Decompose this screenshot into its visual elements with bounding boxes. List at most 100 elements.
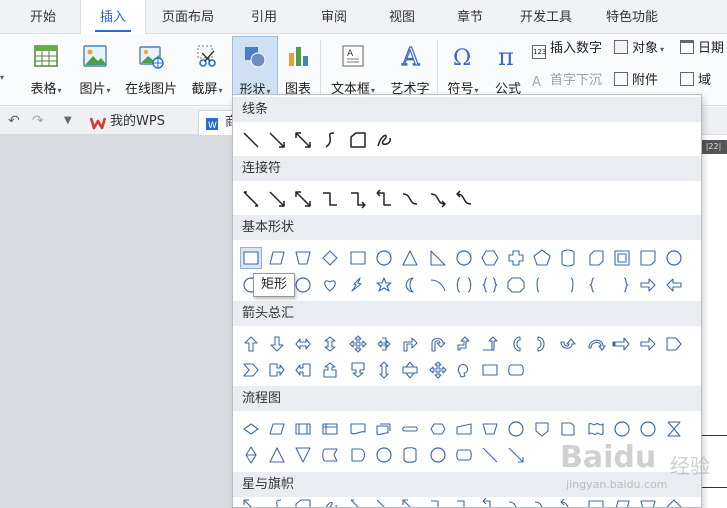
shape-icon[interactable]: [479, 333, 501, 355]
attachment-button[interactable]: 附件: [614, 71, 658, 91]
shape-icon[interactable]: [453, 418, 475, 440]
shape-icon[interactable]: [531, 247, 553, 269]
shape-icon[interactable]: [399, 247, 421, 269]
shape-icon[interactable]: [399, 274, 421, 296]
shape-icon[interactable]: [557, 274, 579, 296]
shape-icon[interactable]: [292, 274, 314, 296]
shape-icon[interactable]: [427, 496, 449, 507]
shape-icon[interactable]: [373, 418, 395, 440]
shape-icon[interactable]: [427, 188, 449, 210]
shape-icon[interactable]: [637, 274, 659, 296]
shape-icon[interactable]: [399, 496, 421, 507]
shape-icon[interactable]: [585, 274, 607, 296]
shape-icon[interactable]: [585, 247, 607, 269]
shape-icon[interactable]: [479, 359, 501, 381]
online-picture-button[interactable]: 在线图片: [120, 36, 182, 102]
shape-icon[interactable]: [319, 333, 341, 355]
shape-icon[interactable]: [453, 359, 475, 381]
shape-icon[interactable]: [453, 247, 475, 269]
shape-icon[interactable]: [319, 274, 341, 296]
shape-icon[interactable]: [319, 188, 341, 210]
shape-icon[interactable]: [663, 333, 685, 355]
shape-icon[interactable]: [557, 333, 579, 355]
shape-icon[interactable]: [557, 247, 579, 269]
shape-icon[interactable]: [319, 129, 341, 151]
object-button[interactable]: 对象 ▾: [614, 39, 664, 59]
symbol-button[interactable]: Ω 符号▾: [441, 36, 485, 102]
tab-chapter[interactable]: 章节: [440, 0, 500, 34]
shape-icon[interactable]: [266, 247, 288, 269]
shape-icon[interactable]: [240, 359, 262, 381]
wordart-button[interactable]: A 艺术字: [386, 36, 434, 102]
shape-icon[interactable]: [531, 274, 553, 296]
shape-icon[interactable]: [453, 274, 475, 296]
shape-icon[interactable]: [453, 333, 475, 355]
shape-icon[interactable]: [505, 359, 527, 381]
shape-icon[interactable]: [240, 418, 262, 440]
shape-icon[interactable]: [637, 418, 659, 440]
shape-icon[interactable]: [319, 418, 341, 440]
shape-icon[interactable]: [479, 274, 501, 296]
shape-icon[interactable]: [266, 444, 288, 466]
shape-icon[interactable]: [292, 359, 314, 381]
shape-icon[interactable]: [292, 496, 314, 507]
shape-icon[interactable]: [663, 274, 685, 296]
shape-icon[interactable]: [453, 444, 475, 466]
screenshot-button[interactable]: 截屏▾: [184, 36, 230, 102]
shape-icon[interactable]: [427, 418, 449, 440]
shape-icon[interactable]: [347, 188, 369, 210]
tab-developer[interactable]: 开发工具: [508, 0, 584, 34]
shape-icon[interactable]: [319, 444, 341, 466]
shape-icon[interactable]: [266, 333, 288, 355]
shape-icon[interactable]: [505, 333, 527, 355]
shape-icon[interactable]: [292, 188, 314, 210]
shape-icon[interactable]: [373, 188, 395, 210]
shape-icon[interactable]: [319, 247, 341, 269]
shape-icon[interactable]: [611, 247, 633, 269]
redo-icon[interactable]: ↷: [32, 113, 44, 129]
shape-icon[interactable]: [399, 333, 421, 355]
dropdown-arrow-icon[interactable]: ▾: [0, 68, 8, 88]
shape-icon[interactable]: [427, 247, 449, 269]
shape-icon[interactable]: [505, 247, 527, 269]
tab-home[interactable]: 开始: [10, 0, 76, 34]
tab-view[interactable]: 视图: [372, 0, 432, 34]
shape-icon[interactable]: [373, 496, 395, 507]
insert-number-button[interactable]: 123 插入数字: [532, 39, 602, 59]
tab-my-wps[interactable]: 我的WPS: [84, 110, 196, 135]
shape-icon[interactable]: [347, 418, 369, 440]
shape-icon[interactable]: [399, 418, 421, 440]
shape-icon[interactable]: [531, 496, 553, 507]
shape-icon[interactable]: [266, 129, 288, 151]
shape-icon[interactable]: [266, 496, 288, 507]
shape-icon[interactable]: [479, 496, 501, 507]
shape-icon[interactable]: [292, 333, 314, 355]
shape-icon[interactable]: [347, 129, 369, 151]
shape-rectangle-icon[interactable]: [240, 247, 262, 269]
shape-icon[interactable]: [557, 418, 579, 440]
tab-page-layout[interactable]: 页面布局: [150, 0, 226, 34]
shape-icon[interactable]: [531, 333, 553, 355]
textbox-button[interactable]: A 文本框▾: [324, 36, 382, 102]
tab-references[interactable]: 引用: [234, 0, 294, 34]
shape-icon[interactable]: [479, 444, 501, 466]
shape-icon[interactable]: [347, 359, 369, 381]
shape-icon[interactable]: [479, 247, 501, 269]
shape-icon[interactable]: [266, 188, 288, 210]
shape-icon[interactable]: [663, 418, 685, 440]
shape-icon[interactable]: [240, 129, 262, 151]
picture-button[interactable]: 图片▾: [72, 36, 118, 102]
chart-button[interactable]: 图表: [280, 36, 316, 102]
shape-icon[interactable]: [373, 274, 395, 296]
shape-icon[interactable]: [347, 444, 369, 466]
shape-icon[interactable]: [373, 129, 395, 151]
shape-icon[interactable]: [373, 444, 395, 466]
shape-icon[interactable]: [637, 333, 659, 355]
shape-icon[interactable]: [453, 188, 475, 210]
tab-special[interactable]: 特色功能: [592, 0, 672, 34]
shape-icon[interactable]: [292, 418, 314, 440]
shape-icon[interactable]: [266, 359, 288, 381]
shape-icon[interactable]: [373, 247, 395, 269]
shape-icon[interactable]: [399, 444, 421, 466]
shape-icon[interactable]: [505, 444, 527, 466]
